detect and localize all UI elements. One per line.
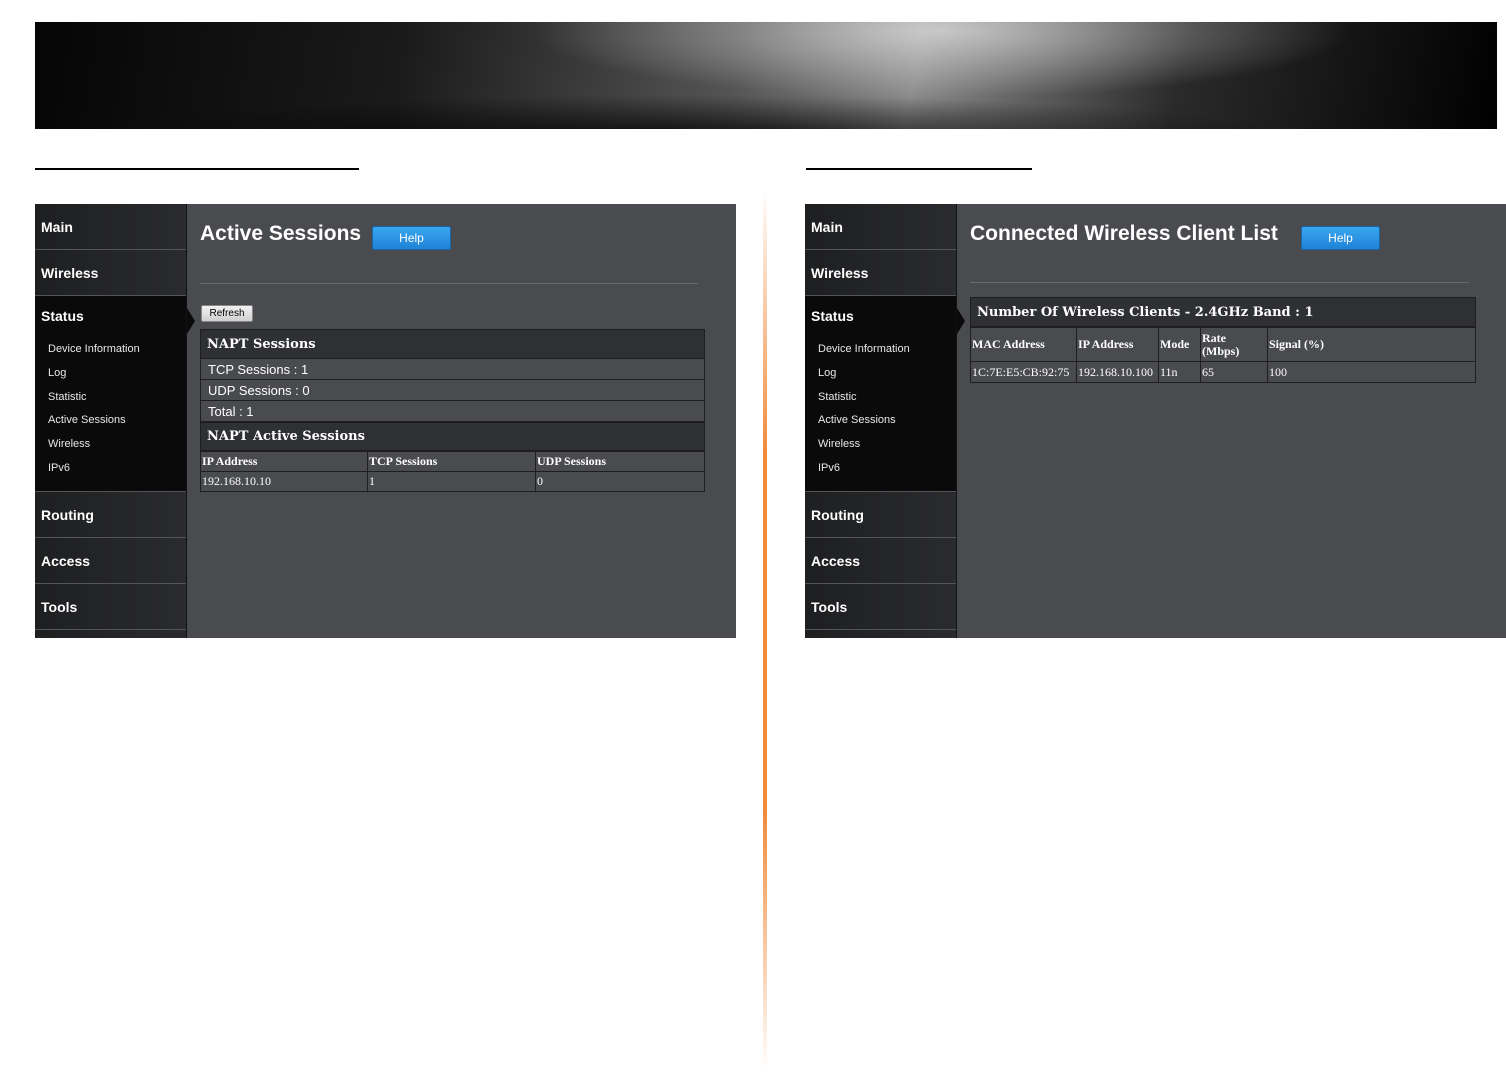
nav-access[interactable]: Access — [35, 538, 186, 584]
col-ip-address: IP Address — [1076, 327, 1159, 362]
total-sessions-row: Total : 1 — [200, 401, 705, 422]
sidebar-item-log[interactable]: Log — [805, 362, 956, 386]
cell-ip-address: 192.168.10.100 — [1076, 361, 1159, 383]
nav-routing[interactable]: Routing — [35, 492, 186, 538]
refresh-button[interactable]: Refresh — [201, 305, 253, 322]
col-mode: Mode — [1158, 327, 1201, 362]
sidebar-item-active-sessions[interactable]: Active Sessions — [805, 409, 956, 433]
sidebar-item-device-information[interactable]: Device Information — [805, 338, 956, 362]
col-ip-address: IP Address — [200, 451, 368, 472]
sidebar-item-active-sessions[interactable]: Active Sessions — [35, 409, 186, 433]
nav-access[interactable]: Access — [805, 538, 956, 584]
active-sessions-table: IP Address TCP Sessions UDP Sessions 192… — [200, 451, 705, 492]
sidebar-item-statistic[interactable]: Statistic — [35, 386, 186, 410]
sidebar-item-statistic[interactable]: Statistic — [805, 386, 956, 410]
napt-sessions-header: NAPT Sessions — [200, 329, 705, 359]
cell-signal: 100 — [1267, 361, 1476, 383]
col-udp-sessions: UDP Sessions — [535, 451, 705, 472]
cell-udp-sessions: 0 — [535, 471, 705, 492]
udp-sessions-row: UDP Sessions : 0 — [200, 380, 705, 401]
main-content: Active Sessions Help Refresh NAPT Sessio… — [200, 204, 736, 638]
nav-routing[interactable]: Routing — [805, 492, 956, 538]
table-row: 1C:7E:E5:CB:92:75 192.168.10.100 11n 65 … — [970, 361, 1476, 383]
table-row: 192.168.10.10 1 0 — [200, 471, 705, 492]
nav-status-group: Status Device Information Log Statistic … — [805, 296, 956, 492]
right-section-rule — [806, 168, 1032, 170]
col-mac-address: MAC Address — [970, 327, 1077, 362]
cell-tcp-sessions: 1 — [367, 471, 536, 492]
tcp-sessions-row: TCP Sessions : 1 — [200, 359, 705, 380]
sidebar: Main Wireless Status Device Information … — [35, 204, 187, 638]
napt-active-sessions-header: NAPT Active Sessions — [200, 422, 705, 451]
title-rule — [200, 283, 698, 284]
wireless-band-header: Number Of Wireless Clients - 2.4GHz Band… — [970, 297, 1476, 327]
nav-status-group: Status Device Information Log Statistic … — [35, 296, 186, 492]
main-content: Connected Wireless Client List Help Numb… — [970, 204, 1506, 638]
sidebar-item-ipv6[interactable]: IPv6 — [35, 457, 186, 481]
page-title: Connected Wireless Client List — [970, 222, 1278, 245]
sidebar-item-device-information[interactable]: Device Information — [35, 338, 186, 362]
title-rule — [970, 282, 1469, 283]
col-signal: Signal (%) — [1267, 327, 1476, 362]
sidebar-item-wireless[interactable]: Wireless — [805, 433, 956, 457]
cell-mac-address: 1C:7E:E5:CB:92:75 — [970, 361, 1077, 383]
nav-status[interactable]: Status — [805, 308, 956, 330]
cell-ip-address: 192.168.10.10 — [200, 471, 368, 492]
wireless-clients-screenshot: Main Wireless Status Device Information … — [805, 204, 1506, 638]
sidebar-item-wireless[interactable]: Wireless — [35, 433, 186, 457]
sidebar-item-log[interactable]: Log — [35, 362, 186, 386]
active-sessions-screenshot: Main Wireless Status Device Information … — [35, 204, 736, 638]
nav-tools[interactable]: Tools — [35, 584, 186, 630]
wireless-client-table: MAC Address IP Address Mode Rate (Mbps) … — [970, 327, 1476, 383]
nav-wireless[interactable]: Wireless — [35, 250, 186, 296]
header-banner — [35, 22, 1497, 129]
col-tcp-sessions: TCP Sessions — [367, 451, 536, 472]
cell-rate: 65 — [1200, 361, 1268, 383]
nav-wireless[interactable]: Wireless — [805, 250, 956, 296]
nav-status[interactable]: Status — [35, 308, 186, 330]
nav-tools[interactable]: Tools — [805, 584, 956, 630]
status-selected-pointer-icon — [957, 308, 965, 334]
left-section-rule — [35, 168, 359, 170]
nav-main[interactable]: Main — [805, 204, 956, 250]
sidebar: Main Wireless Status Device Information … — [805, 204, 957, 638]
help-button[interactable]: Help — [372, 226, 451, 250]
col-rate: Rate (Mbps) — [1200, 327, 1268, 362]
sidebar-item-ipv6[interactable]: IPv6 — [805, 457, 956, 481]
help-button[interactable]: Help — [1301, 226, 1380, 250]
page-divider — [763, 190, 767, 1070]
cell-mode: 11n — [1158, 361, 1201, 383]
nav-main[interactable]: Main — [35, 204, 186, 250]
status-selected-pointer-icon — [187, 308, 195, 334]
page-title: Active Sessions — [200, 222, 362, 245]
